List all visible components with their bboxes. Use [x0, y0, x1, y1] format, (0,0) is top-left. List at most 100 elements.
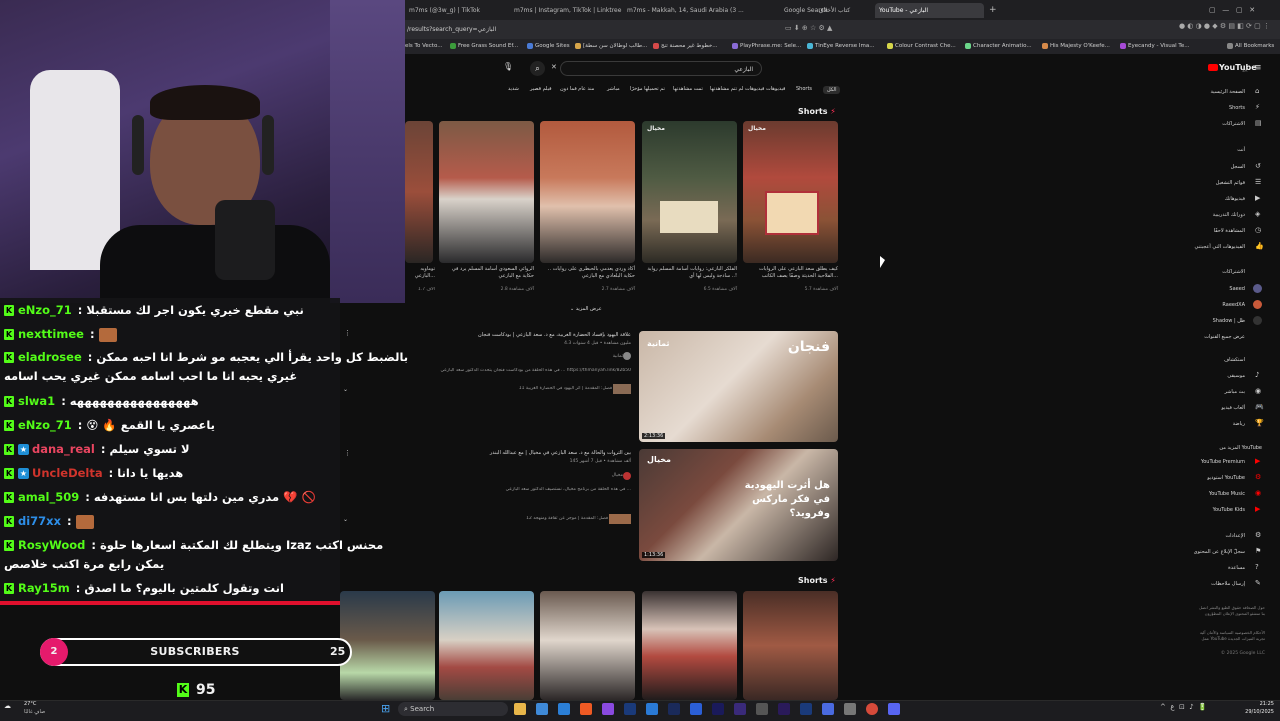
- system-tray-icons[interactable]: ^ ع ⊡ ♪ 🔋: [1160, 703, 1207, 711]
- video-title[interactable]: علاقة اليهود بإفساد الحضارة الغربية، مع …: [405, 332, 631, 338]
- weather-desc[interactable]: صافٍ غالبًا: [24, 709, 45, 715]
- filter-chip[interactable]: فيديوهات لم تتم مشاهدتها: [710, 86, 764, 92]
- filter-chip[interactable]: شديد: [508, 86, 519, 92]
- bookmark-item[interactable]: Colour Contrast Che...: [887, 41, 956, 52]
- voice-search-icon[interactable]: 🎙: [503, 62, 513, 71]
- sidebar-section-you[interactable]: أنت: [1237, 147, 1245, 153]
- sidebar-item-feedback[interactable]: إرسال ملاحظات: [1211, 581, 1245, 587]
- vscode-icon[interactable]: [558, 703, 570, 715]
- short-title[interactable]: الروائي السعودي أسامة المسلم يرد في حكاي…: [441, 266, 534, 280]
- expand-chapters-icon[interactable]: ⌄: [343, 386, 348, 393]
- clock-time[interactable]: 21:25: [1236, 701, 1274, 707]
- bluesky-icon[interactable]: [646, 703, 658, 715]
- bookmark-item[interactable]: Eyecandy - Visual Te...: [1120, 41, 1189, 52]
- youtube-logo[interactable]: YouTube: [1208, 63, 1257, 72]
- video-thumbnail[interactable]: هل أثرت اليهودية في فكر ماركس وفرويد؟ مخ…: [639, 449, 838, 561]
- bookmark-item[interactable]: Google Sites: [527, 41, 570, 52]
- photoshop-icon[interactable]: [624, 703, 636, 715]
- address-bar-icons[interactable]: ▭ ⬇ ⊕ ☆ ⚙ ▲: [785, 24, 885, 36]
- audition-icon[interactable]: [668, 703, 680, 715]
- short-title[interactable]: كيف يطلق سعد البازعي على الروايات الفلاح…: [745, 266, 838, 280]
- chapter-thumbnail[interactable]: [609, 514, 631, 524]
- sidebar-item-help[interactable]: مساعدة: [1228, 565, 1245, 571]
- sidebar-channel[interactable]: Saeed: [1229, 286, 1245, 292]
- short-title[interactable]: توماويه البازعي...: [405, 266, 435, 280]
- browser-tab[interactable]: m7ms - Makkah, 14, Saudi Arabia (3 ...: [623, 3, 747, 18]
- video-channel[interactable]: مخيال: [405, 473, 623, 478]
- sidebar-item-sports[interactable]: رياضة: [1233, 421, 1245, 427]
- weather-icon[interactable]: ☁: [4, 702, 11, 710]
- sidebar-show-all-channels[interactable]: عرض جميع القنوات: [1204, 334, 1245, 340]
- short-title[interactable]: أكاد وردي يعدمي بالحبطري على روايات .. ح…: [542, 266, 635, 280]
- filter-chip[interactable]: تمت مشاهدتها: [673, 86, 703, 92]
- sidebar-item-kids[interactable]: YouTube Kids: [1213, 507, 1245, 513]
- short-thumbnail[interactable]: [540, 121, 635, 263]
- short-thumbnail[interactable]: [439, 591, 534, 700]
- short-thumbnail[interactable]: [642, 591, 737, 700]
- filter-chip[interactable]: تم تحميلها مؤخرًا: [630, 86, 665, 92]
- sidebar-channel[interactable]: Shadow | ظل: [1213, 318, 1245, 324]
- sidebar-item-premium[interactable]: YouTube Premium: [1201, 459, 1245, 465]
- expand-chapters-icon[interactable]: ⌄: [343, 516, 348, 523]
- sidebar-item-your-videos[interactable]: فيديوهاتك: [1225, 196, 1245, 202]
- bookmark-item[interactable]: Free Grass Sound Ef...: [450, 41, 518, 52]
- sidebar-item-music[interactable]: موسيقى: [1227, 373, 1245, 379]
- clock-date[interactable]: 29/10/2025: [1236, 709, 1274, 715]
- search-input[interactable]: البازعي: [560, 61, 762, 76]
- bookmark-item[interactable]: els To Vecto...: [405, 41, 442, 52]
- window-controls[interactable]: ▢ — ▢ ✕: [1205, 3, 1279, 18]
- weather-temp[interactable]: 27°C: [24, 701, 36, 707]
- sidebar-item-studio[interactable]: استوديو YouTube: [1207, 475, 1245, 481]
- show-more-button[interactable]: ⌄ عرض المزيد: [570, 306, 602, 312]
- taskbar-search[interactable]: ⌕ Search: [398, 702, 508, 716]
- video-chapters[interactable]: 12 فصل: المقدمة | موجز عن ثقافة ومنهجه: [350, 516, 608, 521]
- sidebar-item-courses[interactable]: دوراتك التدريبية: [1213, 212, 1245, 218]
- file-explorer-icon[interactable]: [514, 703, 526, 715]
- filter-chip[interactable]: فيلم قصير: [530, 86, 551, 92]
- sidebar-item-report-history[interactable]: سجلّ الإبلاغ عن المحتوى: [1194, 549, 1245, 555]
- chapter-thumbnail[interactable]: [613, 384, 631, 394]
- premiere-icon[interactable]: [778, 703, 790, 715]
- windows-start-icon[interactable]: ⊞: [381, 703, 393, 715]
- sidebar-item-subscriptions[interactable]: الاشتراكات: [1222, 121, 1245, 127]
- sidebar-item-playlists[interactable]: قوائم التشغيل: [1216, 180, 1245, 186]
- app-icon[interactable]: [690, 703, 702, 715]
- bookmark-item[interactable]: His Majesty O'Keefe...: [1042, 41, 1110, 52]
- sidebar-item-watch-later[interactable]: المشاهدة لاحقًا: [1214, 228, 1245, 234]
- bookmark-item[interactable]: [طالب لوطالان سن سطة...: [575, 41, 647, 52]
- app-icon[interactable]: [756, 703, 768, 715]
- filter-chip-all[interactable]: الكل: [823, 86, 841, 94]
- app-icon[interactable]: [822, 703, 834, 715]
- bookmark-item[interactable]: TinEye Reverse Ima...: [807, 41, 875, 52]
- footer-links[interactable]: حول الصحافة حقوق الطبع والنشر اتصل بنا م…: [1195, 605, 1265, 617]
- channel-avatar[interactable]: [623, 352, 631, 360]
- menu-icon[interactable]: ≡: [1254, 63, 1262, 73]
- short-title[interactable]: الفلكر البازعي: روايات أسامة المسلم رواي…: [644, 266, 737, 280]
- chrome-icon[interactable]: [866, 703, 878, 715]
- sidebar-item-live[interactable]: بث مباشر: [1224, 389, 1245, 395]
- filter-chip[interactable]: Shorts: [796, 86, 812, 92]
- more-options-icon[interactable]: ⋮: [344, 449, 351, 457]
- brave-icon[interactable]: [580, 703, 592, 715]
- sidebar-channel[interactable]: RaeedXA: [1222, 302, 1245, 308]
- filter-chip[interactable]: منذ عام فما دون: [560, 86, 594, 92]
- sidebar-item-gaming[interactable]: ألعاب فيديو: [1221, 405, 1245, 411]
- store-icon[interactable]: [536, 703, 548, 715]
- after-effects-icon[interactable]: [712, 703, 724, 715]
- url-field[interactable]: /results?search_query=البازعي: [405, 24, 777, 36]
- more-options-icon[interactable]: ⋮: [344, 329, 351, 337]
- short-thumbnail[interactable]: [540, 591, 635, 700]
- sidebar-item-shorts[interactable]: Shorts: [1229, 105, 1245, 111]
- audition-icon[interactable]: [800, 703, 812, 715]
- all-bookmarks[interactable]: All Bookmarks: [1227, 41, 1274, 52]
- sidebar-item-settings[interactable]: الإعدادات: [1225, 533, 1245, 539]
- video-chapters[interactable]: 11 فصل: المقدمة | أثر اليهود في الحضارة …: [350, 386, 612, 391]
- filter-chip[interactable]: مباشر: [607, 86, 620, 92]
- video-channel[interactable]: ثمانية: [405, 354, 623, 359]
- browser-tab[interactable]: m7ms | Instagram, TikTok | Linktree: [510, 3, 624, 18]
- extensions-icons[interactable]: ● ◐ ◑ ● ◆ ⚙ ▤ ◧ ⟳ ▢ ⋮: [1070, 22, 1270, 36]
- search-icon[interactable]: ⌕: [530, 61, 545, 76]
- footer-links[interactable]: الأحكام الخصوصية السياسة والأمان آلية عم…: [1195, 630, 1265, 642]
- short-thumbnail[interactable]: [405, 121, 433, 263]
- short-thumbnail[interactable]: مخيال: [642, 121, 737, 263]
